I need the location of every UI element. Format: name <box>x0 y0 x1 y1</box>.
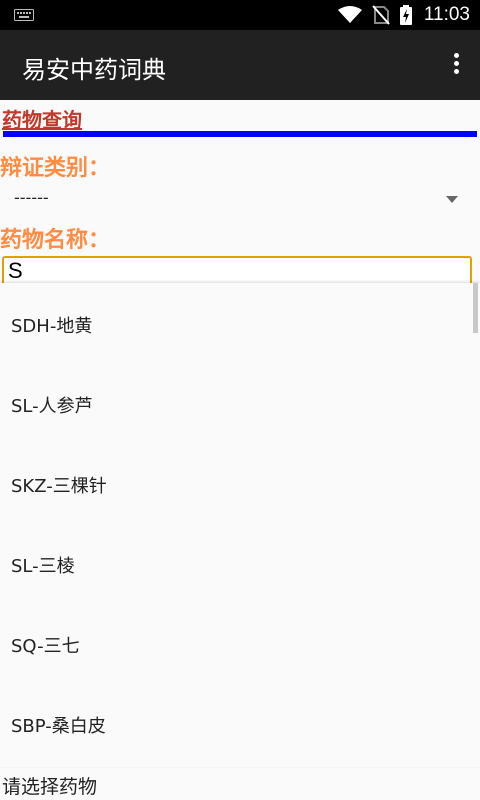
category-label: 辩证类别： <box>0 156 111 181</box>
dropdown-scrollbar[interactable] <box>473 283 478 333</box>
category-spinner[interactable]: ------ <box>0 186 470 214</box>
wifi-icon <box>337 6 362 23</box>
drug-name-input[interactable] <box>2 256 472 286</box>
section-title: 药物查询 <box>2 108 82 132</box>
suggestion-item[interactable]: SL-人参芦 <box>0 365 480 445</box>
keyboard-icon <box>14 9 34 21</box>
select-drug-hint: 请选择药物 <box>2 776 98 798</box>
drug-name-label: 药物名称： <box>0 228 111 253</box>
battery-charging-icon <box>399 5 412 25</box>
section-divider <box>3 131 477 137</box>
suggestion-item[interactable]: SQ-三七 <box>0 605 480 685</box>
status-time: 11:03 <box>423 4 470 25</box>
dropdown-arrow-icon <box>446 196 458 203</box>
no-sim-icon <box>372 5 390 25</box>
suggestion-item[interactable]: SKZ-三棵针 <box>0 445 480 525</box>
status-bar: 11:03 <box>0 0 480 30</box>
suggestion-dropdown[interactable]: SDH-地黄 SL-人参芦 SKZ-三棵针 SL-三棱 SQ-三七 SBP-桑白… <box>0 283 480 767</box>
suggestion-item[interactable]: SBP-桑白皮 <box>0 685 480 765</box>
suggestion-item[interactable]: SDH-地黄 <box>0 285 480 365</box>
suggestion-item[interactable]: SL-三棱 <box>0 525 480 605</box>
more-vert-icon[interactable] <box>446 50 466 80</box>
app-title: 易安中药词典 <box>22 56 166 84</box>
category-selected-value: ------ <box>14 188 49 207</box>
action-bar: 易安中药词典 <box>0 30 480 100</box>
